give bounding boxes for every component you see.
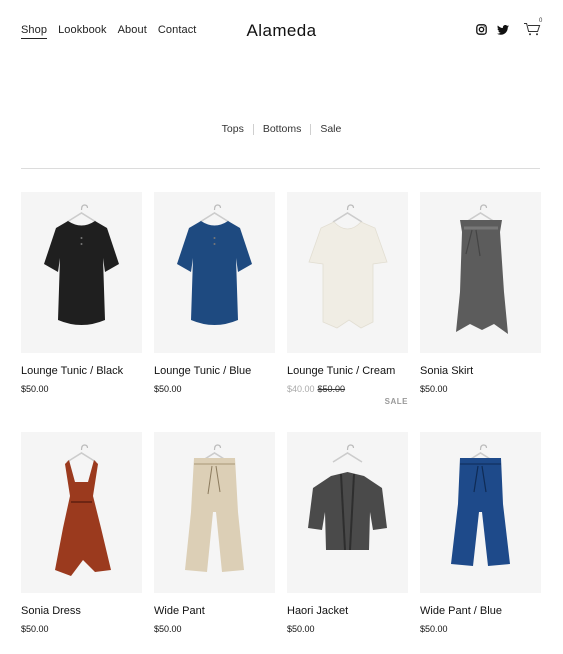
product-card[interactable]: Lounge Tunic / Blue $50.00 bbox=[154, 192, 275, 432]
product-price: $50.00 bbox=[420, 384, 448, 394]
product-image[interactable] bbox=[287, 432, 408, 593]
product-card[interactable]: Lounge Tunic / Black $50.00 bbox=[21, 192, 142, 432]
category-sale[interactable]: Sale bbox=[320, 123, 341, 135]
product-price: $50.00 bbox=[21, 624, 49, 634]
product-title[interactable]: Lounge Tunic / Blue bbox=[154, 365, 275, 377]
instagram-icon[interactable] bbox=[476, 24, 487, 35]
product-title[interactable]: Sonia Dress bbox=[21, 605, 142, 617]
product-title[interactable]: Wide Pant / Blue bbox=[420, 605, 541, 617]
sale-badge: SALE bbox=[384, 397, 408, 406]
category-divider bbox=[310, 123, 312, 135]
product-image[interactable] bbox=[21, 192, 142, 353]
cart-count: 0 bbox=[539, 18, 543, 24]
category-divider bbox=[252, 123, 254, 135]
product-price: $50.00 bbox=[420, 624, 448, 634]
product-image[interactable] bbox=[287, 192, 408, 353]
product-title[interactable]: Wide Pant bbox=[154, 605, 275, 617]
product-title[interactable]: Haori Jacket bbox=[287, 605, 408, 617]
site-header: Shop Lookbook About Contact Alameda 0 bbox=[0, 0, 563, 62]
product-image[interactable] bbox=[21, 432, 142, 593]
product-title[interactable]: Lounge Tunic / Cream bbox=[287, 365, 408, 377]
category-tops[interactable]: Tops bbox=[222, 123, 244, 135]
product-image[interactable] bbox=[420, 192, 541, 353]
category-filter: Tops Bottoms Sale bbox=[0, 123, 563, 135]
product-card[interactable]: Lounge Tunic / Cream $40.00 $50.00 SALE bbox=[287, 192, 408, 432]
product-card[interactable]: Wide Pant $50.00 bbox=[154, 432, 275, 654]
twitter-icon[interactable] bbox=[497, 24, 509, 35]
product-image[interactable] bbox=[154, 192, 275, 353]
product-title[interactable]: Lounge Tunic / Black bbox=[21, 365, 142, 377]
product-image[interactable] bbox=[420, 432, 541, 593]
product-card[interactable]: Haori Jacket $50.00 bbox=[287, 432, 408, 654]
product-title[interactable]: Sonia Skirt bbox=[420, 365, 541, 377]
product-price: $50.00 bbox=[287, 624, 315, 634]
product-price: $40.00 $50.00 bbox=[287, 384, 408, 394]
product-card[interactable]: Sonia Skirt $50.00 bbox=[420, 192, 541, 432]
product-card[interactable]: Sonia Dress $50.00 bbox=[21, 432, 142, 654]
social-links bbox=[476, 24, 509, 35]
cart-icon[interactable] bbox=[523, 22, 543, 38]
product-card[interactable]: Wide Pant / Blue $50.00 bbox=[420, 432, 541, 654]
section-divider bbox=[21, 168, 540, 169]
product-grid: Lounge Tunic / Black $50.00 Lounge Tunic… bbox=[21, 192, 541, 654]
product-price: $50.00 bbox=[154, 384, 182, 394]
product-price: $50.00 bbox=[154, 624, 182, 634]
original-price: $50.00 bbox=[317, 384, 346, 394]
sale-price: $40.00 bbox=[287, 384, 315, 394]
product-price: $50.00 bbox=[21, 384, 49, 394]
category-bottoms[interactable]: Bottoms bbox=[263, 123, 302, 135]
product-image[interactable] bbox=[154, 432, 275, 593]
